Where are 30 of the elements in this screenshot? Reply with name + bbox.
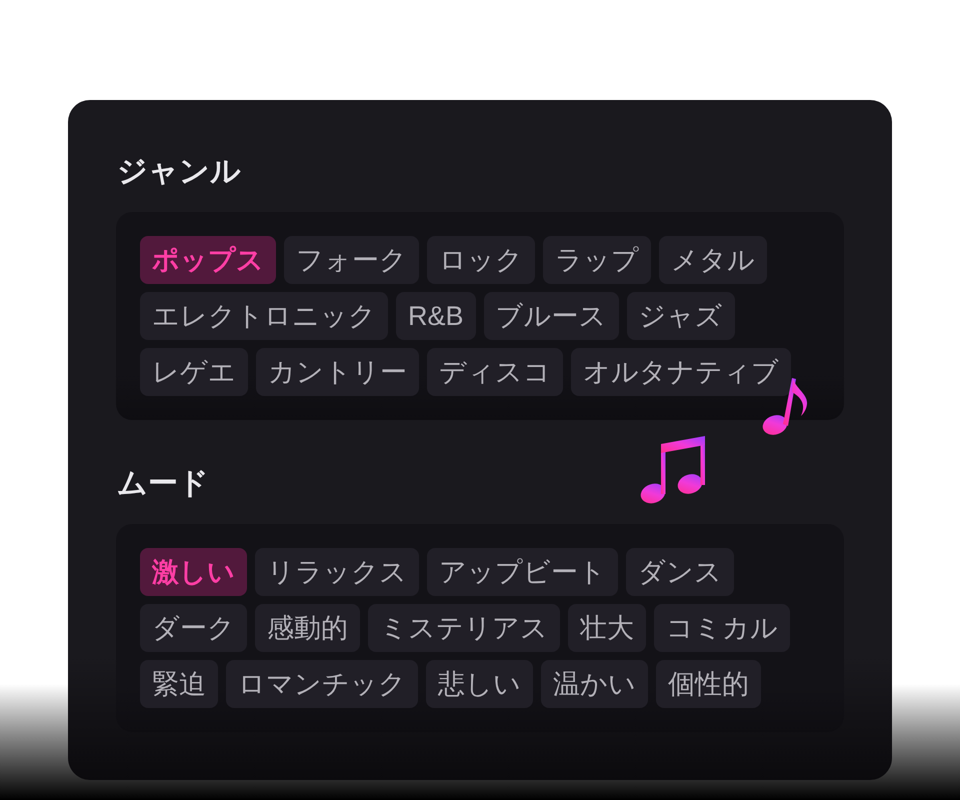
tag-chip[interactable]: メタル [659,236,767,284]
tag-chip[interactable]: ダンス [626,548,734,596]
tag-chip[interactable]: 感動的 [255,604,360,652]
tag-chip[interactable]: カントリー [256,348,419,396]
tag-chip[interactable]: オルタナティブ [571,348,791,396]
tag-chip[interactable]: コミカル [654,604,790,652]
tag-chip[interactable]: ロマンチック [226,660,418,708]
section-heading: ジャンル [117,154,241,190]
tag-chip[interactable]: ディスコ [427,348,563,396]
tag-chip[interactable]: ポップス [140,236,276,284]
tag-chip[interactable]: ラップ [543,236,651,284]
tag-chip[interactable]: エレクトロニック [140,292,388,340]
tag-chip[interactable]: ダーク [140,604,247,652]
tag-chip[interactable]: ジャズ [626,292,735,340]
tag-chip[interactable]: R&B [396,292,476,340]
tag-chip[interactable]: レゲエ [140,348,248,396]
tag-chip[interactable]: 緊迫 [140,660,218,708]
tag-chip[interactable]: 個性的 [656,660,761,708]
beamed-notes-icon [640,436,708,504]
tag-chip[interactable]: 激しい [140,548,247,596]
tag-chip[interactable]: ブルース [484,292,619,340]
tag-chip[interactable]: アップビート [427,548,618,596]
tag-chip[interactable]: 悲しい [426,660,533,708]
tag-chip[interactable]: 壮大 [568,604,646,652]
section-heading: ムード [117,466,209,502]
tag-chip[interactable]: リラックス [255,548,419,596]
tag-chip[interactable]: ロック [427,236,535,284]
tag-chip[interactable]: フォーク [284,236,419,284]
tag-chip[interactable]: ミステリアス [368,604,560,652]
tag-chip[interactable]: 温かい [541,660,648,708]
